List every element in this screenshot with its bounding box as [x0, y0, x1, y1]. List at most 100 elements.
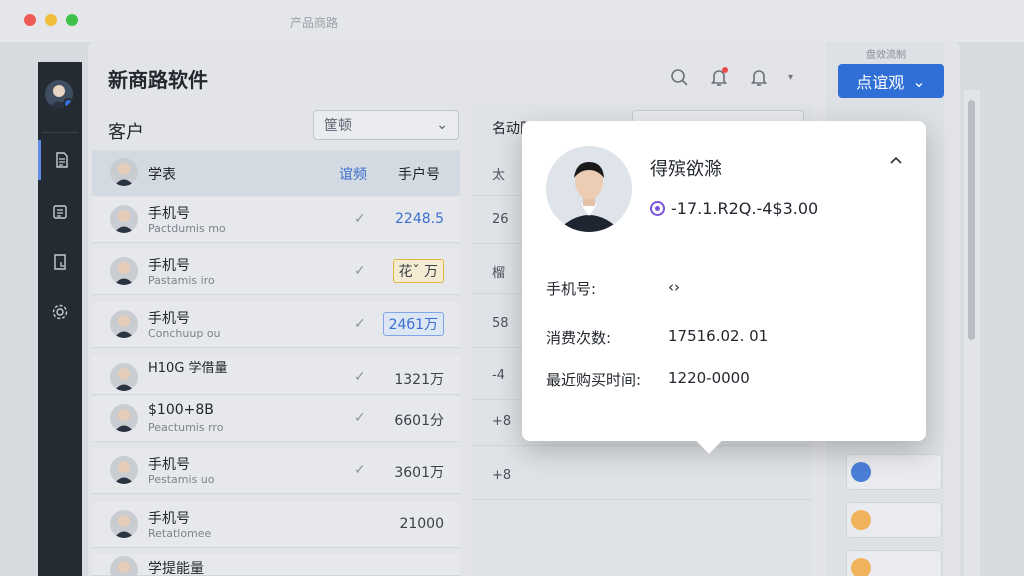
list-item[interactable]: $100+8B Peactumis rro ✓ 6601分: [92, 396, 460, 442]
alerts-button[interactable]: [748, 66, 770, 88]
avatar: [110, 556, 138, 576]
status-dot: [63, 98, 73, 108]
list-item[interactable]: 手机号 Pastamis iro ✓ 花ˇ 万: [92, 249, 460, 295]
customer-value: 花ˇ 万: [392, 259, 444, 283]
list-item[interactable]: 手机号 Pactdumis mo ✓ 2248.5: [92, 197, 460, 243]
customer-sub: Conchuup ou: [148, 327, 221, 340]
list-item[interactable]: 手机号 Conchuup ou ✓ 24б1万: [92, 302, 460, 348]
list-item[interactable]: H10G 学借量 ✓ 1321万: [92, 355, 460, 395]
chevron-down-icon: ⌄: [436, 117, 448, 133]
avatar: [110, 404, 138, 432]
check-icon: ✓: [354, 410, 366, 426]
minimize-window-button[interactable]: [45, 14, 57, 26]
last-purchase-label: 最近购买时间:: [546, 371, 642, 389]
customer-sub: Pastamis iro: [148, 274, 215, 287]
list-item[interactable]: 手机号 Retatlomee 21000: [92, 502, 460, 548]
filter-select[interactable]: 筐顿 ⌄: [313, 110, 459, 140]
right-panel-label: 盘效流制: [866, 50, 906, 61]
customer-spend: -17.1.R2Q.-4$3.00: [650, 199, 818, 218]
check-icon: ✓: [354, 462, 366, 478]
scrollbar[interactable]: [964, 90, 980, 576]
right-card[interactable]: [846, 502, 942, 538]
document-icon: [55, 152, 68, 168]
middle-row-text: +8: [492, 414, 512, 429]
check-icon: ✓: [354, 316, 366, 332]
sidebar-item-settings[interactable]: [38, 292, 82, 332]
bell-icon: [750, 70, 768, 86]
middle-row-text: 太: [492, 168, 506, 183]
primary-action-label: 点谊观: [856, 73, 905, 92]
primary-action-button[interactable]: 点谊观 ⌄: [838, 64, 944, 98]
header-actions: ▾: [668, 66, 793, 88]
customer-avatar: [546, 146, 632, 232]
list-item[interactable]: 学提能量: [92, 554, 460, 576]
last-purchase-value: 1220-0000: [668, 369, 750, 387]
middle-row-text: 58: [492, 316, 509, 331]
card-icon: [851, 558, 871, 576]
customer-detail-popover: 得殡欲滁 -17.1.R2Q.-4$3.00 手机号: ‹› 消费次数: 175…: [522, 121, 926, 454]
customer-sub: Pestamis uo: [148, 473, 215, 486]
notification-badge: [722, 67, 728, 73]
header-col-1: 学表: [148, 167, 176, 183]
file-icon: [54, 254, 66, 270]
user-avatar[interactable]: [45, 80, 73, 108]
app-title: 新商路软件: [108, 68, 208, 92]
coin-icon: [650, 201, 665, 216]
customer-name: 手机号: [148, 206, 190, 222]
purchase-count-label: 消费次数:: [546, 329, 612, 347]
middle-row-text: -4: [492, 368, 505, 383]
right-card[interactable]: [846, 550, 942, 576]
scrollbar-thumb[interactable]: [968, 100, 975, 340]
search-icon: [671, 69, 688, 86]
check-icon: ✓: [354, 369, 366, 385]
close-window-button[interactable]: [24, 14, 36, 26]
customer-name: 手机号: [148, 311, 190, 327]
customer-name: 学提能量: [148, 561, 204, 576]
header-col-2[interactable]: 谊频: [339, 164, 367, 184]
avatar: [110, 363, 138, 391]
card-icon: [851, 462, 871, 482]
customer-sub: Peactumis rro: [148, 421, 224, 434]
search-button[interactable]: [668, 66, 690, 88]
middle-row[interactable]: +8: [472, 454, 812, 500]
check-icon: ✓: [354, 263, 366, 279]
title-bar: 产品商路: [0, 0, 1024, 42]
customer-value: 2248.5: [395, 211, 444, 227]
customer-value: 24б1万: [382, 312, 444, 336]
middle-row-text: +8: [492, 468, 512, 483]
customer-value: 21000: [399, 516, 444, 532]
sidebar-item-documents[interactable]: [38, 140, 82, 180]
customer-name: H10G 学借量: [148, 361, 228, 376]
avatar: [110, 257, 138, 285]
customer-value: 3601万: [394, 465, 444, 481]
list-icon: [53, 205, 67, 219]
app-window: 产品商路 新商路软件 ▾ 客户 筐顿 ⌄ 学表 谊频 手户号 手机号 Pactd…: [0, 0, 1024, 576]
card-icon: [851, 510, 871, 530]
sidebar: [38, 62, 82, 576]
chevron-down-icon: ⌄: [912, 71, 926, 91]
sidebar-item-files[interactable]: [38, 242, 82, 282]
maximize-window-button[interactable]: [66, 14, 78, 26]
sidebar-divider: [42, 132, 78, 133]
customer-name: $100+8B: [148, 402, 214, 418]
avatar: [110, 310, 138, 338]
purchase-count-value: 17516.02. 01: [668, 327, 769, 345]
phone-label: 手机号:: [546, 280, 597, 298]
avatar: [110, 158, 138, 186]
spend-value: -17.1.R2Q.-4$3.00: [671, 199, 819, 218]
customer-sub: Retatlomee: [148, 527, 212, 540]
middle-row-text: 榴: [492, 266, 506, 281]
notifications-button[interactable]: [708, 66, 730, 88]
chevron-down-icon[interactable]: ▾: [788, 72, 793, 83]
chevron-up-icon: [890, 156, 902, 164]
avatar: [110, 510, 138, 538]
sidebar-item-list[interactable]: [38, 192, 82, 232]
section-title: 客户: [108, 122, 144, 143]
middle-row-text: 26: [492, 212, 509, 227]
collapse-button[interactable]: [888, 153, 904, 173]
customer-name: 手机号: [148, 511, 190, 527]
customer-name: 得殡欲滁: [650, 159, 722, 180]
right-card[interactable]: [846, 454, 942, 490]
list-item[interactable]: 手机号 Pestamis uo ✓ 3601万: [92, 448, 460, 494]
check-icon: ✓: [354, 211, 366, 227]
